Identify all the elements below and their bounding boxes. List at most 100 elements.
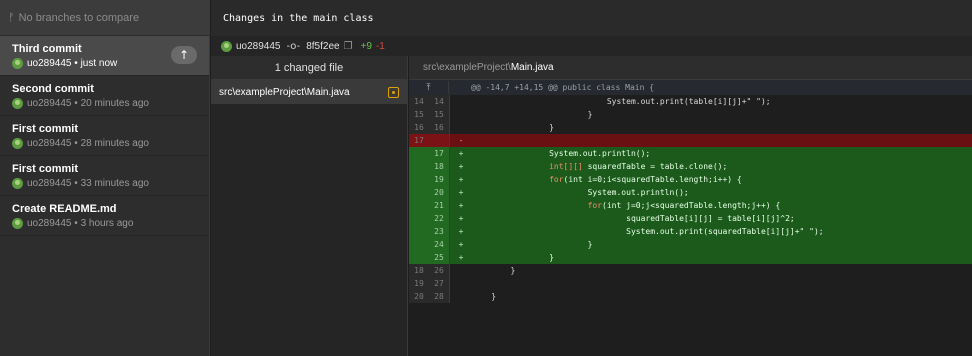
- diff-line: 19 + for(int i=0;i<squaredTable.length;i+…: [409, 173, 972, 186]
- branch-icon: ᚠ: [8, 11, 15, 24]
- commit-history-sidebar: ᚠ No branches to compare Third commit uo…: [0, 0, 210, 356]
- commit-sha: 8f5f2ee: [306, 40, 340, 52]
- commit-author: uo289445: [236, 40, 281, 52]
- new-line-number: 24: [434, 240, 444, 249]
- code-text: System.out.print(squaredTable[i][j]+" ")…: [472, 227, 824, 236]
- code-text: }: [472, 110, 593, 119]
- commit-time: just now: [80, 58, 118, 69]
- commit-author: uo289445: [27, 58, 72, 69]
- diff-gutter: 21: [409, 199, 450, 212]
- file-modified-icon: [388, 86, 399, 98]
- diff-line: 21 + for(int j=0;j<squaredTable.length;j+…: [409, 199, 972, 212]
- diff-gutter: 24: [409, 238, 450, 251]
- diff-gutter: 19 27: [409, 277, 450, 290]
- diff-gutter: 18 26: [409, 264, 450, 277]
- code-text: }: [472, 123, 554, 132]
- diff-marker: +: [458, 188, 464, 197]
- new-line-number: 17: [434, 149, 444, 158]
- diff-marker: +: [458, 175, 464, 184]
- changed-file-item[interactable]: src\exampleProject\Main.java: [211, 80, 407, 104]
- changed-files-pane: 1 changed file src\exampleProject\Main.j…: [211, 56, 408, 356]
- diff-gutter: 15 15: [409, 108, 450, 121]
- diff-path-file: Main.java: [510, 62, 554, 73]
- diff-gutter: 23: [409, 225, 450, 238]
- diff-line: 17 + System.out.println();: [409, 147, 972, 160]
- commit-meta: uo289445 • just now: [12, 58, 197, 69]
- diff-marker: +: [458, 227, 464, 236]
- commit-title: Second commit: [12, 83, 94, 95]
- commit-author: uo289445: [27, 218, 72, 229]
- diff-marker: +: [458, 214, 464, 223]
- commit-meta-bar: uo289445 -o- 8f5f2ee ❐ +9 -1: [211, 36, 972, 56]
- commit-sha-icon: -o-: [286, 40, 301, 52]
- diff-marker: +: [458, 162, 464, 171]
- code-text: System.out.print(table[i][j]+" ");: [472, 97, 771, 106]
- changed-files-header: 1 changed file: [211, 56, 407, 80]
- diff-line: 23 + System.out.print(squaredTable[i][j]+…: [409, 225, 972, 238]
- diff-gutter: 18: [409, 160, 450, 173]
- diff-line: 20 + System.out.println();: [409, 186, 972, 199]
- commit-item-first-a[interactable]: First commit uo289445 • 28 minutes ago: [0, 116, 209, 156]
- commit-item-first-b[interactable]: First commit uo289445 • 33 minutes ago: [0, 156, 209, 196]
- copy-icon[interactable]: ❐: [344, 41, 353, 52]
- new-line-number: 27: [434, 279, 444, 288]
- old-line-number: 16: [414, 123, 424, 132]
- commit-header: Changes in the main class: [211, 0, 972, 36]
- code-text: }: [472, 266, 516, 275]
- commit-title: First commit: [12, 123, 79, 135]
- avatar: [221, 40, 232, 52]
- diff-line: 24 + }: [409, 238, 972, 251]
- new-line-number: 21: [434, 201, 444, 210]
- commit-meta: uo289445 • 33 minutes ago: [12, 178, 197, 189]
- commit-item-readme[interactable]: Create README.md uo289445 • 3 hours ago: [0, 196, 209, 236]
- diff-line: 14 14 System.out.print(table[i][j]+" ");: [409, 95, 972, 108]
- old-line-number: 17: [414, 136, 424, 145]
- diff-line: 25 + }: [409, 251, 972, 264]
- diff-gutter: 17: [409, 134, 450, 147]
- diff-marker: +: [458, 149, 464, 158]
- commit-meta: uo289445 • 3 hours ago: [12, 218, 197, 229]
- old-line-number: 18: [414, 266, 424, 275]
- branch-compare-filter[interactable]: ᚠ No branches to compare: [0, 0, 209, 36]
- diff-gutter: 20: [409, 186, 450, 199]
- new-line-number: 14: [434, 97, 444, 106]
- diff-line: 22 + squaredTable[i][j] = table[i][j]^2;: [409, 212, 972, 225]
- branch-filter-placeholder: No branches to compare: [18, 11, 140, 24]
- new-line-number: 20: [434, 188, 444, 197]
- new-line-number: 16: [434, 123, 444, 132]
- push-commit-button[interactable]: ↑: [171, 46, 197, 64]
- new-line-number: 18: [434, 162, 444, 171]
- additions-count: +9: [360, 40, 372, 52]
- commit-time: 20 minutes ago: [80, 98, 149, 109]
- commit-title: Third commit: [12, 43, 82, 55]
- deletions-count: -1: [375, 40, 385, 52]
- diff-line: 18 26 }: [409, 264, 972, 277]
- avatar: [12, 178, 23, 189]
- expand-context-icon[interactable]: ⤒: [409, 81, 449, 94]
- new-line-number: 22: [434, 214, 444, 223]
- diff-hunk-header: ⤒ @@ -14,7 +14,15 @@ public class Main {: [409, 80, 972, 95]
- commit-item-second[interactable]: Second commit uo289445 • 20 minutes ago: [0, 76, 209, 116]
- code-text: squaredTable[i][j] = table[i][j]^2;: [472, 214, 795, 223]
- commit-author: uo289445: [27, 98, 72, 109]
- diff-file-path: src\exampleProject\ Main.java: [409, 56, 972, 80]
- avatar: [12, 58, 23, 69]
- diff-gutter: 17: [409, 147, 450, 160]
- diff-marker: +: [458, 253, 464, 262]
- commit-title: First commit: [12, 163, 79, 175]
- commit-item-third[interactable]: Third commit uo289445 • just now ↑: [0, 36, 209, 76]
- diff-gutter: 20 28: [409, 290, 450, 303]
- diff-line: 17 -: [409, 134, 972, 147]
- commit-author: uo289445: [27, 178, 72, 189]
- code-text: }: [472, 253, 554, 262]
- avatar: [12, 218, 23, 229]
- diff-gutter: 14 14: [409, 95, 450, 108]
- commit-time: 28 minutes ago: [80, 138, 149, 149]
- code-text: System.out.println();: [472, 188, 689, 197]
- commit-title: Create README.md: [12, 203, 117, 215]
- diff-gutter: 22: [409, 212, 450, 225]
- commit-time: 3 hours ago: [80, 218, 134, 229]
- new-line-number: 28: [434, 292, 444, 301]
- diff-gutter: 19: [409, 173, 450, 186]
- avatar: [12, 98, 23, 109]
